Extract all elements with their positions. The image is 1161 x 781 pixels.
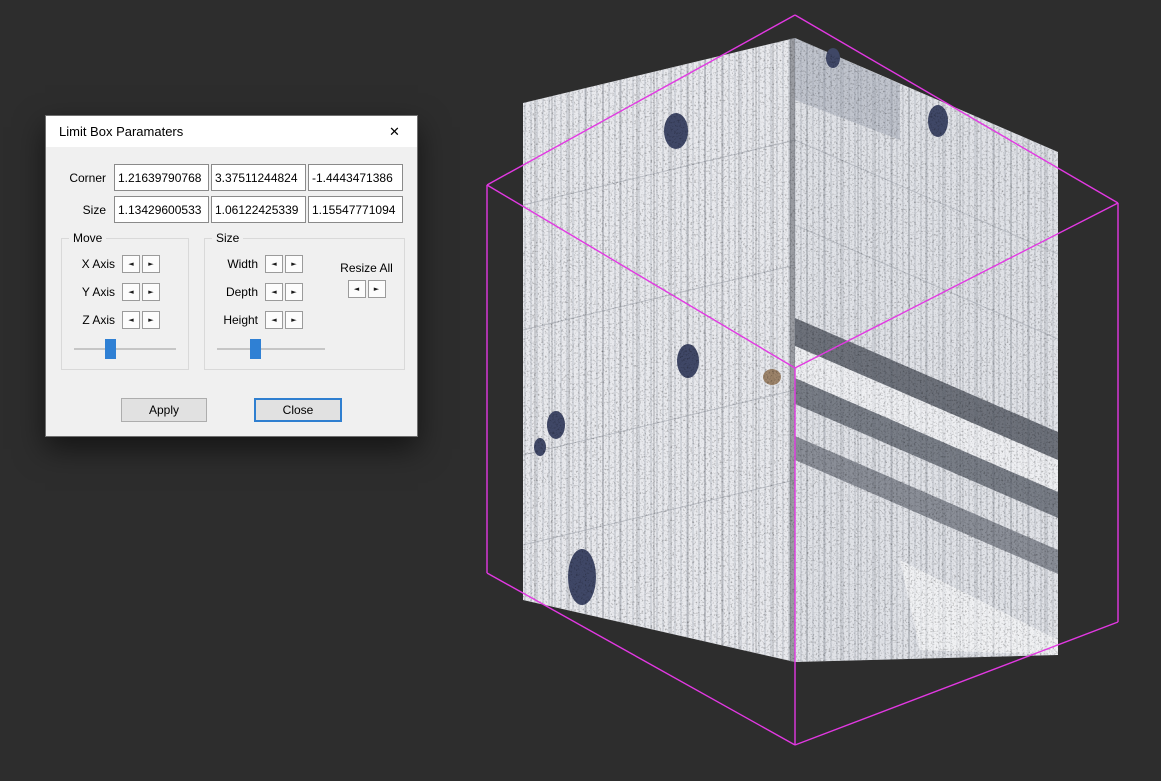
move-x-row: X Axis ◄ ► [62,255,188,273]
depth-spinner: ◄ ► [265,283,303,301]
z-axis-decrement-button[interactable]: ◄ [122,311,140,329]
dialog-buttons: Apply Close [46,398,417,422]
width-increment-button[interactable]: ► [285,255,303,273]
resize-all-label: Resize All [340,261,393,275]
resize-all-spinner: ◄ ► [348,280,386,298]
z-axis-spinner: ◄ ► [122,311,160,329]
width-spinner: ◄ ► [265,255,303,273]
x-axis-spinner: ◄ ► [122,255,160,273]
size-y-input[interactable] [211,196,306,223]
height-increment-button[interactable]: ► [285,311,303,329]
move-slider-thumb[interactable] [105,339,116,359]
y-axis-label: Y Axis [62,285,122,299]
corner-label: Corner [61,171,114,185]
size-slider-track[interactable] [217,348,325,350]
move-group: Move X Axis ◄ ► Y Axis ◄ ► Z Axi [61,238,189,370]
size-row: Size [61,196,417,223]
height-label: Height [205,313,265,327]
width-row: Width ◄ ► [205,255,329,273]
limit-box-dialog: Limit Box Paramaters ✕ Corner Size Move … [45,115,418,437]
width-label: Width [205,257,265,271]
width-decrement-button[interactable]: ◄ [265,255,283,273]
y-axis-spinner: ◄ ► [122,283,160,301]
size-group: Size Width ◄ ► Depth ◄ ► [204,238,405,370]
point-cloud-walls [523,38,1058,662]
corner-x-input[interactable] [114,164,209,191]
size-slider[interactable] [217,339,325,359]
close-icon[interactable]: ✕ [372,116,417,147]
y-axis-increment-button[interactable]: ► [142,283,160,301]
size-label: Size [61,203,114,217]
resize-all-decrement-button[interactable]: ◄ [348,280,366,298]
z-axis-increment-button[interactable]: ► [142,311,160,329]
depth-row: Depth ◄ ► [205,283,329,301]
size-x-input[interactable] [114,196,209,223]
corner-z-input[interactable] [308,164,403,191]
dialog-title: Limit Box Paramaters [59,124,183,139]
move-z-row: Z Axis ◄ ► [62,311,188,329]
depth-label: Depth [205,285,265,299]
corner-row: Corner [61,164,417,191]
size-slider-thumb[interactable] [250,339,261,359]
height-row: Height ◄ ► [205,311,329,329]
dialog-titlebar[interactable]: Limit Box Paramaters ✕ [46,116,417,147]
size-group-rows: Width ◄ ► Depth ◄ ► Heig [205,239,329,369]
move-slider-track[interactable] [74,348,176,350]
size-group-label: Size [212,231,243,245]
height-spinner: ◄ ► [265,311,303,329]
depth-increment-button[interactable]: ► [285,283,303,301]
y-axis-decrement-button[interactable]: ◄ [122,283,140,301]
resize-all-increment-button[interactable]: ► [368,280,386,298]
move-group-label: Move [69,231,106,245]
resize-all-section: Resize All ◄ ► [329,239,404,369]
depth-decrement-button[interactable]: ◄ [265,283,283,301]
size-z-input[interactable] [308,196,403,223]
apply-button[interactable]: Apply [121,398,207,422]
x-axis-increment-button[interactable]: ► [142,255,160,273]
move-slider[interactable] [74,339,176,359]
move-y-row: Y Axis ◄ ► [62,283,188,301]
x-axis-label: X Axis [62,257,122,271]
corner-y-input[interactable] [211,164,306,191]
x-axis-decrement-button[interactable]: ◄ [122,255,140,273]
z-axis-label: Z Axis [62,313,122,327]
group-boxes: Move X Axis ◄ ► Y Axis ◄ ► Z Axi [61,238,417,370]
close-button[interactable]: Close [254,398,342,422]
height-decrement-button[interactable]: ◄ [265,311,283,329]
dialog-body: Corner Size Move X Axis ◄ ► [46,147,417,437]
